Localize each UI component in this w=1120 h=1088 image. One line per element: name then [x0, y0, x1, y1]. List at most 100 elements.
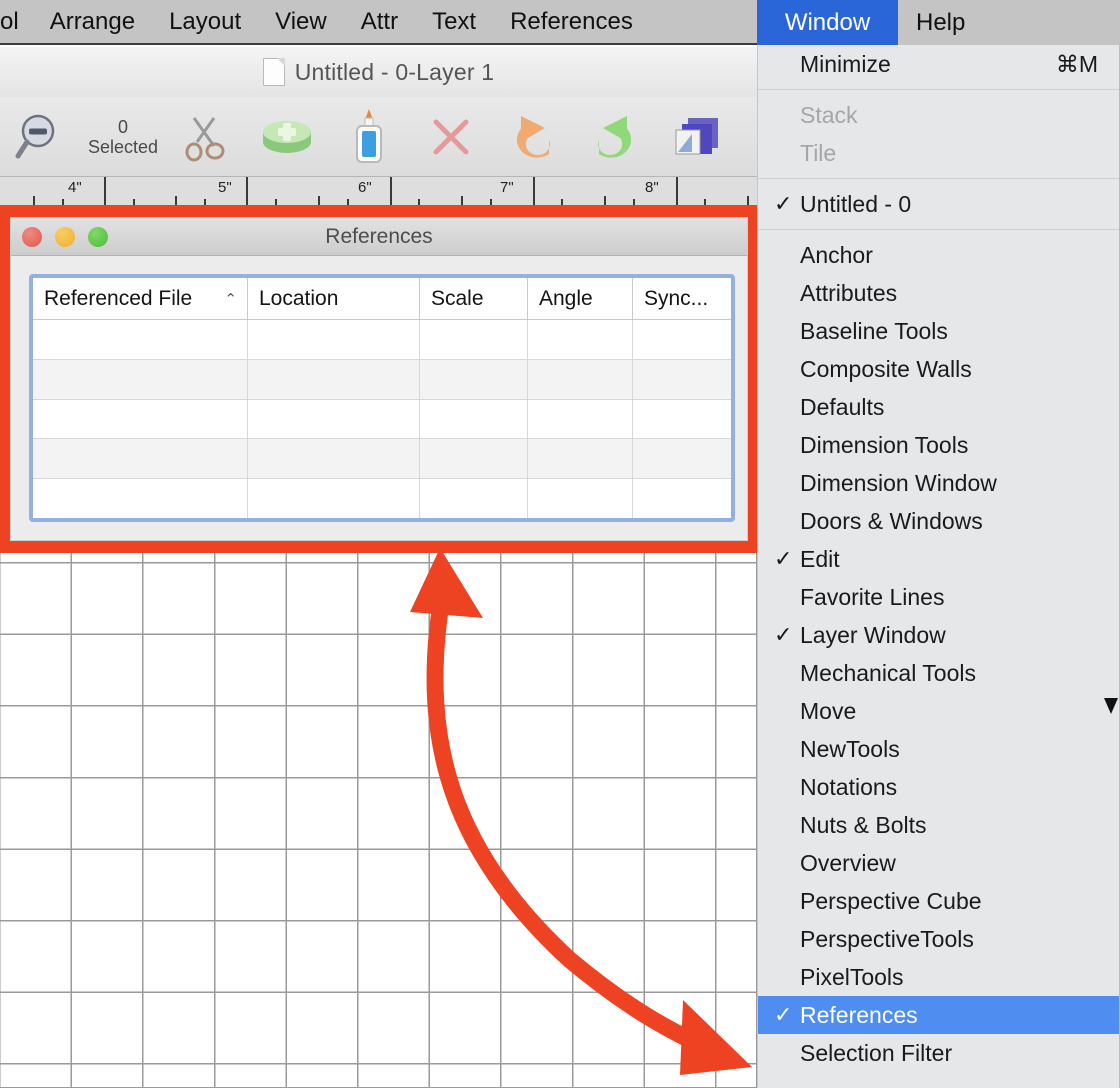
- menu-item-untitled-0[interactable]: ✓ Untitled - 0: [758, 185, 1120, 223]
- window-menu-dropdown[interactable]: Minimize ⌘M Stack Tile ✓ Untitled - 0 Anchor At…: [757, 45, 1120, 1088]
- table-cell[interactable]: [248, 359, 420, 399]
- table-cell[interactable]: [633, 400, 731, 439]
- menu-item-perspectivetools[interactable]: PerspectiveTools: [758, 920, 1120, 958]
- table-cell[interactable]: [248, 320, 420, 359]
- references-table-body[interactable]: [33, 320, 731, 518]
- redo-button[interactable]: [574, 97, 656, 177]
- column-header-scale[interactable]: Scale: [420, 278, 528, 319]
- table-cell[interactable]: [528, 439, 633, 479]
- menu-item-dimension-window[interactable]: Dimension Window: [758, 464, 1120, 502]
- undo-button[interactable]: [492, 97, 574, 177]
- checkmark-icon: ✓: [774, 622, 793, 647]
- menu-item-nuts-bolts[interactable]: Nuts & Bolts: [758, 806, 1120, 844]
- menu-item-perspective-cube[interactable]: Perspective Cube: [758, 882, 1120, 920]
- menu-item-pixeltools[interactable]: PixelTools: [758, 958, 1120, 996]
- sort-ascending-icon[interactable]: ⌃: [224, 290, 237, 308]
- table-cell[interactable]: [420, 320, 528, 359]
- table-row[interactable]: [33, 479, 731, 518]
- table-cell[interactable]: [633, 320, 731, 359]
- column-header-location[interactable]: Location: [248, 278, 420, 319]
- menu-item-mechanical-tools[interactable]: Mechanical Tools: [758, 654, 1120, 692]
- menu-item-label: Tile: [800, 139, 837, 166]
- menu-item-stack: Stack: [758, 96, 1120, 134]
- table-cell[interactable]: [248, 439, 420, 479]
- table-cell[interactable]: [528, 479, 633, 518]
- delete-button[interactable]: [410, 97, 492, 177]
- menu-item-references[interactable]: ✓ References: [758, 996, 1120, 1034]
- table-cell[interactable]: [420, 439, 528, 479]
- cut-button[interactable]: [164, 97, 246, 177]
- table-cell[interactable]: [528, 399, 633, 439]
- table-cell[interactable]: [528, 320, 633, 359]
- zoom-out-button[interactable]: [0, 97, 82, 177]
- column-header-label: Angle: [539, 286, 593, 310]
- add-button[interactable]: [246, 97, 328, 177]
- menu-item-newtools[interactable]: NewTools: [758, 730, 1120, 768]
- menu-item-notations[interactable]: Notations: [758, 768, 1120, 806]
- menu-item-doors-windows[interactable]: Doors & Windows: [758, 502, 1120, 540]
- redo-arrow-icon: [598, 115, 632, 158]
- menubar-item-tool[interactable]: ol: [0, 0, 33, 44]
- menu-item-tile: Tile: [758, 134, 1120, 172]
- table-cell[interactable]: [528, 359, 633, 399]
- menu-item-label: Selection Filter: [800, 1039, 953, 1066]
- table-cell[interactable]: [420, 359, 528, 399]
- ruler-mid-tick: [318, 196, 320, 205]
- table-cell[interactable]: [33, 320, 248, 359]
- table-cell[interactable]: [633, 479, 731, 518]
- table-row[interactable]: [33, 359, 731, 400]
- menubar-item-arrange[interactable]: Arrange: [33, 0, 152, 44]
- horizontal-ruler[interactable]: 4" 5" 6" 7" 8": [0, 177, 757, 205]
- table-cell[interactable]: [633, 360, 731, 399]
- menu-item-dimension-tools[interactable]: Dimension Tools: [758, 426, 1120, 464]
- references-table[interactable]: Referenced File ⌃ Location Scale Angle Sync..…: [29, 274, 735, 522]
- menubar-item-layout[interactable]: Layout: [152, 0, 258, 44]
- table-cell[interactable]: [33, 399, 248, 439]
- table-cell[interactable]: [420, 399, 528, 439]
- menu-item-composite-walls[interactable]: Composite Walls: [758, 350, 1120, 388]
- menu-item-label: Favorite Lines: [800, 583, 945, 610]
- table-row[interactable]: [33, 320, 731, 360]
- menu-scroll-down-icon[interactable]: [1104, 698, 1118, 714]
- menubar-item-attr[interactable]: Attr: [344, 0, 415, 44]
- menu-item-minimize[interactable]: Minimize ⌘M: [758, 45, 1120, 83]
- column-header-sync[interactable]: Sync...: [633, 278, 731, 319]
- table-cell[interactable]: [420, 479, 528, 518]
- menu-item-defaults[interactable]: Defaults: [758, 388, 1120, 426]
- menu-item-selection-filter[interactable]: Selection Filter: [758, 1034, 1120, 1072]
- ruler-major-tick: [390, 177, 392, 205]
- table-cell[interactable]: [248, 399, 420, 439]
- layers-button[interactable]: [656, 97, 738, 177]
- ruler-mid-tick: [461, 196, 463, 205]
- table-cell[interactable]: [633, 439, 731, 478]
- table-cell[interactable]: [33, 439, 248, 479]
- menu-item-edit[interactable]: ✓ Edit: [758, 540, 1120, 578]
- ruler-mid-tick: [604, 196, 606, 205]
- column-header-referenced-file[interactable]: Referenced File ⌃: [33, 278, 248, 319]
- references-title-bar[interactable]: References: [11, 218, 747, 256]
- table-cell[interactable]: [33, 359, 248, 399]
- menu-item-move[interactable]: Move: [758, 692, 1120, 730]
- menubar-item-window[interactable]: Window: [757, 0, 898, 45]
- menu-item-overview[interactable]: Overview: [758, 844, 1120, 882]
- ruler-major-tick: [104, 177, 106, 205]
- table-row[interactable]: [33, 439, 731, 480]
- table-cell[interactable]: [248, 479, 420, 518]
- menu-item-favorite-lines[interactable]: Favorite Lines: [758, 578, 1120, 616]
- selection-count-indicator: 0 Selected: [82, 97, 164, 177]
- menu-item-layer-window[interactable]: ✓ Layer Window: [758, 616, 1120, 654]
- menubar-item-text[interactable]: Text: [415, 0, 493, 44]
- menu-item-attributes[interactable]: Attributes: [758, 274, 1120, 312]
- menubar-item-references[interactable]: References: [493, 0, 650, 44]
- ruler-label: 6": [358, 179, 372, 196]
- menubar-item-view[interactable]: View: [258, 0, 344, 44]
- references-window[interactable]: References Referenced File ⌃ Location Scale…: [0, 205, 760, 553]
- menu-item-label: Anchor: [800, 241, 873, 268]
- glue-button[interactable]: [328, 97, 410, 177]
- menu-item-baseline-tools[interactable]: Baseline Tools: [758, 312, 1120, 350]
- menu-item-anchor[interactable]: Anchor: [758, 236, 1120, 274]
- column-header-angle[interactable]: Angle: [528, 278, 633, 319]
- table-cell[interactable]: [33, 479, 248, 518]
- menubar-item-help[interactable]: Help: [898, 0, 1120, 45]
- table-row[interactable]: [33, 399, 731, 440]
